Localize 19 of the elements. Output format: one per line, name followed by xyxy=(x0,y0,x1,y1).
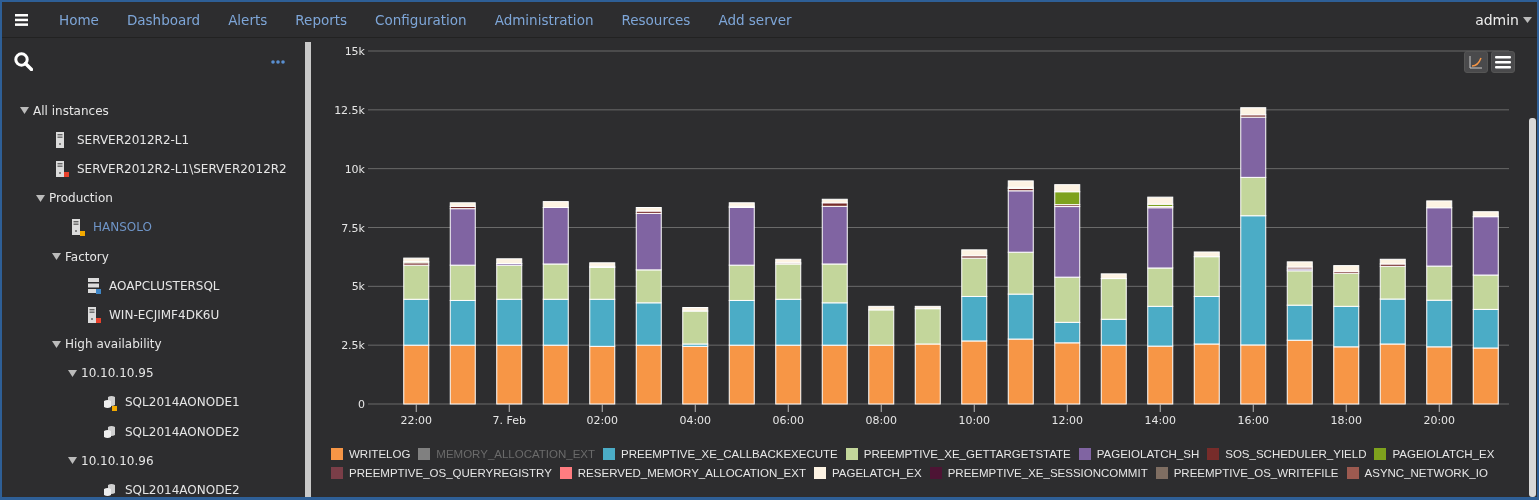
axis-label: 02:00 xyxy=(586,414,619,427)
axis-label: 18:00 xyxy=(1330,414,1363,427)
axis-label: 16:00 xyxy=(1237,414,1270,427)
axis-label: 2.5k xyxy=(341,339,365,353)
axis-label: 06:00 xyxy=(772,414,805,427)
axis-label: 12.5k xyxy=(334,103,365,117)
axis-label: 12:00 xyxy=(1051,414,1084,427)
axis-label: 14:00 xyxy=(1144,414,1177,427)
axis-label: 7.5k xyxy=(341,221,365,235)
axis-label: 22:00 xyxy=(400,414,433,427)
axis-label: 5k xyxy=(351,280,365,294)
axis-label: 10:00 xyxy=(958,414,991,427)
axis-label: 15k xyxy=(344,45,365,58)
axis-label: 04:00 xyxy=(679,414,712,427)
axis-label: 10k xyxy=(344,162,365,176)
axis-label: 7. Feb xyxy=(492,414,526,427)
axis-label: 20:00 xyxy=(1423,414,1456,427)
axis-label: 0 xyxy=(358,398,365,411)
axis-label: 08:00 xyxy=(865,414,898,427)
